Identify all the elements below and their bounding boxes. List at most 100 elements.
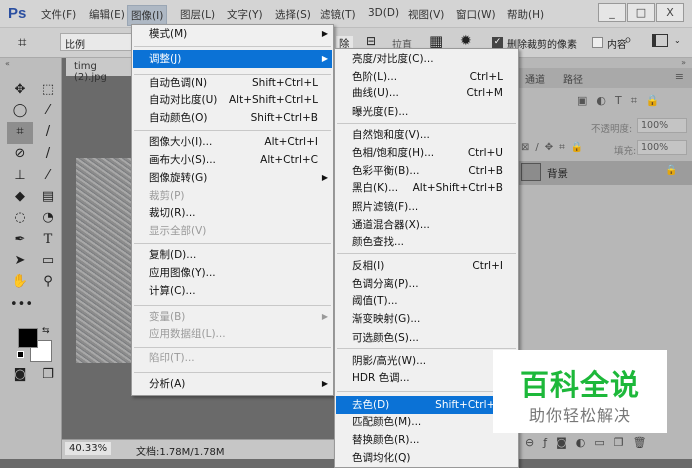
menu-item[interactable]: 可选颜色(S)... bbox=[336, 329, 517, 347]
menu-item[interactable]: 渐变映射(G)... bbox=[336, 310, 517, 328]
layer-row[interactable]: 背景 🔒 bbox=[519, 161, 692, 185]
hand-icon[interactable]: ✋ bbox=[10, 272, 30, 292]
expand-icon[interactable]: » bbox=[681, 58, 686, 67]
opacity-field[interactable]: 100% bbox=[637, 118, 687, 133]
stamp-icon[interactable]: ⊥ bbox=[10, 166, 30, 186]
menu-item[interactable]: 模式(M) ▶ bbox=[133, 25, 332, 43]
menu-item[interactable]: 亮度/对比度(C)... bbox=[336, 50, 517, 68]
move-tool-icon[interactable]: ✥ bbox=[10, 80, 30, 100]
menu-item-label: 陷印(T)... bbox=[149, 352, 195, 364]
menu-item[interactable]: 曲线(U)... Ctrl+M bbox=[336, 84, 517, 102]
menu-item[interactable]: 去色(D) Shift+Ctrl+U bbox=[336, 396, 517, 414]
menu-item[interactable]: 自动颜色(O) Shift+Ctrl+B bbox=[133, 109, 332, 127]
layer-filter-icons[interactable]: ▣◐T⌗🔒 bbox=[577, 94, 669, 108]
lock-icons[interactable]: ⊠/✥⌗🔒 bbox=[521, 142, 589, 153]
path-select-icon[interactable]: ➤ bbox=[10, 251, 30, 271]
menu-item[interactable]: 自然饱和度(V)... bbox=[336, 126, 517, 144]
menu-6[interactable]: 滤镜(T) bbox=[320, 7, 356, 22]
ratio-select[interactable]: 比例 bbox=[60, 33, 132, 51]
menu-item-label: 渐变映射(G)... bbox=[352, 313, 421, 325]
opacity-label: 不透明度: bbox=[591, 124, 633, 135]
menu-item[interactable]: 阴影/高光(W)... bbox=[336, 352, 517, 370]
menu-10[interactable]: 帮助(H) bbox=[507, 7, 544, 22]
crop-tool-icon[interactable]: ⌗ bbox=[18, 33, 26, 51]
panel-menu-icon[interactable]: ≡ bbox=[675, 70, 684, 83]
document-tab[interactable]: timg (2).jpg bbox=[66, 58, 132, 83]
menu-item[interactable]: 匹配颜色(M)... bbox=[336, 413, 517, 431]
workspace-icon[interactable] bbox=[652, 34, 668, 47]
chevron-down-icon[interactable]: ⌄ bbox=[674, 36, 681, 45]
content-aware-checkbox[interactable] bbox=[592, 37, 603, 48]
menu-9[interactable]: 窗口(W) bbox=[456, 7, 496, 22]
menu-item[interactable]: 应用图像(Y)... bbox=[133, 264, 332, 282]
menu-item[interactable]: 通道混合器(X)... bbox=[336, 216, 517, 234]
delete-cropped-checkbox[interactable]: ✓ bbox=[492, 37, 503, 48]
screen-mode-icon[interactable]: ❐ bbox=[38, 365, 58, 385]
menu-item[interactable]: 图像旋转(G) ▶ bbox=[133, 169, 332, 187]
type-icon[interactable]: T bbox=[38, 230, 58, 250]
menu-3[interactable]: 图层(L) bbox=[180, 7, 215, 22]
marquee-tool-icon[interactable]: ⬚ bbox=[38, 80, 58, 100]
zoom-level[interactable]: 40.33% bbox=[65, 442, 112, 455]
minimize-button[interactable]: _ bbox=[598, 3, 626, 22]
close-button[interactable]: X bbox=[656, 3, 684, 22]
menu-item[interactable]: 裁切(R)... bbox=[133, 204, 332, 222]
menu-5[interactable]: 选择(S) bbox=[275, 7, 311, 22]
menu-item[interactable]: 计算(C)... bbox=[133, 282, 332, 300]
menu-item[interactable]: 阈值(T)... bbox=[336, 292, 517, 310]
menu-item[interactable]: 复制(D)... bbox=[133, 246, 332, 264]
healing-brush-icon[interactable]: ⊘ bbox=[10, 144, 30, 164]
lasso-tool-icon[interactable]: ◯ bbox=[10, 101, 30, 121]
menu-item[interactable]: 自动色调(N) Shift+Ctrl+L bbox=[133, 74, 332, 92]
menu-item[interactable]: 色调分离(P)... bbox=[336, 275, 517, 293]
blur-icon[interactable]: ◌ bbox=[10, 208, 30, 228]
quick-mask-icon[interactable]: ◙ bbox=[10, 365, 30, 385]
menu-item[interactable]: 色调均化(Q) bbox=[336, 449, 517, 467]
dodge-icon[interactable]: ◔ bbox=[38, 208, 58, 228]
menu-item[interactable]: 画布大小(S)... Alt+Ctrl+C bbox=[133, 151, 332, 169]
brush-icon[interactable]: / bbox=[38, 144, 58, 164]
eyedropper-icon[interactable]: / bbox=[38, 122, 58, 142]
history-brush-icon[interactable]: ⁄ bbox=[38, 166, 58, 186]
tab-paths[interactable]: 路径 bbox=[563, 71, 583, 86]
menu-1[interactable]: 编辑(E) bbox=[89, 7, 125, 22]
crop-tool-icon[interactable]: ⌗ bbox=[7, 122, 33, 144]
menu-4[interactable]: 文字(Y) bbox=[227, 7, 263, 22]
tab-channels[interactable]: 通道 bbox=[525, 71, 545, 86]
gear-icon[interactable]: ✹ bbox=[460, 33, 472, 49]
swap-colors-icon[interactable]: ⇆ bbox=[42, 326, 50, 336]
menu-item[interactable]: 分析(A) ▶ bbox=[133, 375, 332, 393]
eraser-icon[interactable]: ◆ bbox=[10, 187, 30, 207]
menu-item[interactable]: 图像大小(I)... Alt+Ctrl+I bbox=[133, 133, 332, 151]
menu-8[interactable]: 视图(V) bbox=[408, 7, 444, 22]
menu-item[interactable]: 反相(I) Ctrl+I bbox=[336, 257, 517, 275]
menu-item-label: 色调分离(P)... bbox=[352, 278, 419, 290]
pen-icon[interactable]: ✒ bbox=[10, 230, 30, 250]
straighten-icon[interactable]: ⊟ bbox=[366, 34, 376, 48]
menu-item[interactable]: 照片滤镜(F)... bbox=[336, 198, 517, 216]
menu-item[interactable]: 自动对比度(U) Alt+Shift+Ctrl+L bbox=[133, 91, 332, 109]
fill-field[interactable]: 100% bbox=[637, 140, 687, 155]
menu-item[interactable]: 替换颜色(R)... bbox=[336, 431, 517, 449]
menu-item[interactable]: 色彩平衡(B)... Ctrl+B bbox=[336, 162, 517, 180]
maximize-button[interactable]: □ bbox=[627, 3, 655, 22]
rectangle-icon[interactable]: ▭ bbox=[38, 251, 58, 271]
zoom-icon[interactable]: ⚲ bbox=[38, 272, 58, 292]
layer-actions-icons[interactable]: ⊖ƒ◙◐▭❐🗑 bbox=[525, 436, 656, 449]
gradient-icon[interactable]: ▤ bbox=[38, 187, 58, 207]
menu-item[interactable]: 调整(J) ▶ bbox=[133, 50, 332, 68]
menu-7[interactable]: 3D(D) bbox=[368, 7, 399, 19]
magic-wand-icon[interactable]: ⁄ bbox=[38, 101, 58, 121]
more-tools-icon[interactable]: ••• bbox=[10, 295, 33, 315]
menu-item[interactable]: 黑白(K)... Alt+Shift+Ctrl+B bbox=[336, 179, 517, 197]
foreground-color-swatch[interactable] bbox=[18, 328, 38, 348]
menu-item[interactable]: 曝光度(E)... bbox=[336, 103, 517, 121]
default-colors-icon[interactable] bbox=[17, 351, 24, 358]
menu-item[interactable]: HDR 色调... bbox=[336, 369, 517, 387]
collapse-icon[interactable]: « bbox=[5, 59, 10, 68]
search-icon[interactable]: ⌕ bbox=[624, 32, 632, 48]
menu-0[interactable]: 文件(F) bbox=[41, 7, 76, 22]
menu-item[interactable]: 色相/饱和度(H)... Ctrl+U bbox=[336, 144, 517, 162]
menu-2[interactable]: 图像(I) bbox=[127, 5, 168, 26]
menu-item[interactable]: 颜色查找... bbox=[336, 233, 517, 251]
